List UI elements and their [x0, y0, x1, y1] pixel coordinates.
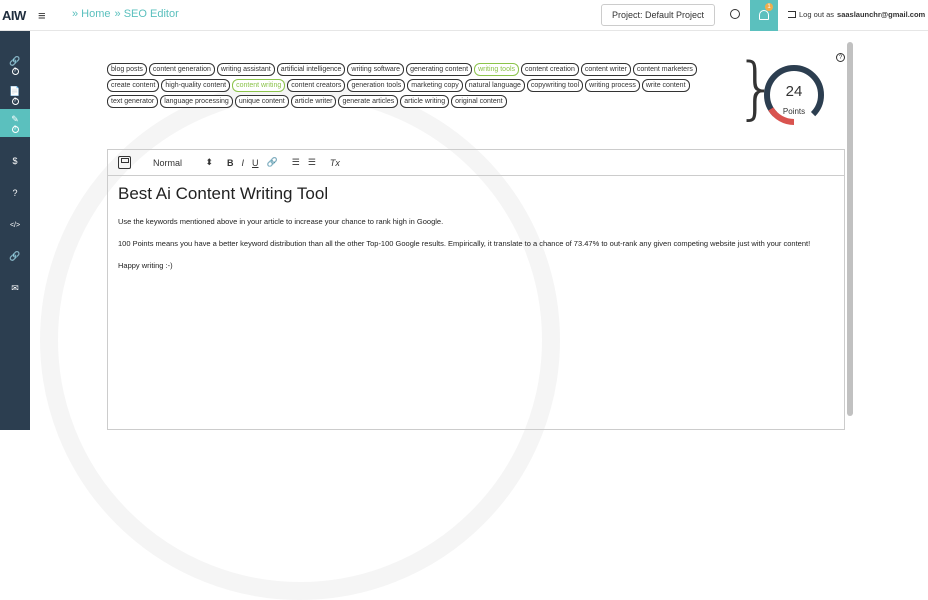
format-value: Normal — [153, 157, 183, 168]
document-icon: 📄 — [9, 85, 21, 96]
keyword-chip: writing process — [585, 79, 640, 92]
keyword-chip: content writer — [580, 63, 631, 76]
keyword-chip: write content — [641, 79, 690, 92]
keyword-chip: content writing — [232, 79, 286, 92]
question-icon: ? — [12, 188, 18, 198]
document-title: Best Ai Content Writing Tool — [118, 184, 329, 203]
keyword-chip: high-quality content — [161, 79, 231, 92]
notifications-button[interactable]: 1 — [750, 0, 778, 31]
rich-text-editor[interactable]: Normal ⬍ B I U 🔗 ☰ ☰ Tx Best Ai Content … — [107, 149, 845, 430]
keyword-chip: content creators — [287, 79, 346, 92]
logout-icon — [788, 11, 796, 18]
keyword-chip: language processing — [160, 95, 233, 108]
document-paragraph: 100 Points means you have a better keywo… — [118, 239, 811, 248]
score-value: 24 — [785, 83, 803, 100]
sidebar-item-pricing[interactable]: $ — [0, 151, 30, 171]
bullet-list-button[interactable]: ☰ — [308, 154, 316, 172]
document-paragraph: Use the keywords mentioned above in your… — [118, 217, 444, 226]
keyword-chip: text generator — [107, 95, 159, 108]
help-icon: ? — [11, 97, 19, 105]
bold-button[interactable]: B — [227, 154, 234, 172]
sidebar-item-links[interactable]: 🔗 — [0, 246, 30, 266]
keyword-chip: generation tools — [347, 79, 406, 92]
ordered-list-button[interactable]: ☰ — [292, 154, 300, 172]
breadcrumb: » Home » SEO Editor — [72, 8, 179, 20]
keyword-chip: content marketers — [632, 63, 697, 76]
logout-prefix: Log out as — [799, 10, 835, 19]
keyword-chip: marketing copy — [407, 79, 463, 92]
editor-content[interactable]: Best Ai Content Writing Tool Use the key… — [108, 176, 844, 290]
keyword-chip: article writer — [290, 95, 337, 108]
help-icon[interactable]: ? — [836, 53, 845, 62]
bell-icon — [759, 10, 769, 20]
breadcrumb-home[interactable]: » Home — [72, 8, 111, 20]
keyword-chip: article writing — [400, 95, 450, 108]
keyword-chip: copywriting tool — [526, 79, 584, 92]
keyword-chip: natural language — [464, 79, 525, 92]
code-icon: </> — [9, 221, 21, 229]
sidebar-item-code[interactable]: </> — [0, 215, 30, 235]
help-icon: ? — [11, 125, 19, 133]
help-icon: ? — [11, 67, 19, 75]
sidebar-item-mail[interactable]: ✉ — [0, 278, 30, 298]
document-paragraph: Happy writing :-) — [118, 261, 173, 270]
dollar-icon: $ — [12, 156, 18, 166]
keyword-chip: original content — [451, 95, 507, 108]
clear-format-button[interactable]: Tx — [330, 154, 340, 172]
keyword-chip: blog posts — [107, 63, 147, 76]
sidebar-item-link-tool[interactable]: 🔗 ? — [0, 51, 30, 79]
italic-button[interactable]: I — [242, 154, 245, 172]
top-bar: AIW ≡ » Home » SEO Editor Project: Defau… — [0, 0, 928, 31]
keyword-list: blog posts content generation writing assi… — [107, 63, 727, 108]
project-selector-button[interactable]: Project: Default Project — [601, 4, 715, 26]
mail-icon: ✉ — [11, 282, 19, 293]
keyword-chip: artificial intelligence — [276, 63, 346, 76]
editor-toolbar: Normal ⬍ B I U 🔗 ☰ ☰ Tx — [108, 150, 844, 176]
keyword-chip: content creation — [521, 63, 579, 76]
link-icon: 🔗 — [9, 250, 21, 261]
app-logo[interactable]: AIW — [2, 8, 26, 23]
underline-button[interactable]: U — [252, 154, 259, 172]
page-scrollbar[interactable] — [847, 42, 853, 416]
notification-badge: 1 — [765, 3, 773, 11]
link-button[interactable]: 🔗 — [267, 154, 278, 172]
user-email: saaslaunchr@gmail.com — [837, 10, 926, 19]
sidebar: 🔗 ? 📄 ? ✎ ? $ ? </> 🔗 ✉ — [0, 31, 30, 430]
keyword-chip: writing tools — [474, 63, 520, 76]
sidebar-item-help[interactable]: ? — [0, 183, 30, 203]
keyword-chip: unique content — [234, 95, 289, 108]
score-label: Points — [782, 107, 806, 116]
keyword-chip: generating content — [406, 63, 473, 76]
save-icon[interactable] — [118, 156, 131, 169]
keyword-chip: writing software — [347, 63, 405, 76]
menu-icon[interactable]: ≡ — [38, 8, 46, 23]
clock-icon[interactable] — [730, 9, 740, 19]
keyword-chip: content generation — [148, 63, 215, 76]
link-icon: 🔗 — [9, 55, 21, 66]
sidebar-item-document[interactable]: 📄 ? — [0, 81, 30, 109]
keyword-chip: generate articles — [338, 95, 399, 108]
sidebar-item-seo-editor[interactable]: ✎ ? — [0, 109, 30, 137]
edit-icon: ✎ — [11, 113, 19, 124]
keyword-chip: writing assistant — [216, 63, 275, 76]
keyword-chip: create content — [107, 79, 160, 92]
format-select[interactable]: Normal ⬍ — [153, 154, 213, 172]
chevron-updown-icon: ⬍ — [205, 157, 213, 167]
breadcrumb-seo-editor[interactable]: » SEO Editor — [115, 8, 179, 20]
logout-link[interactable]: Log out as saaslaunchr@gmail.com — [788, 10, 925, 19]
